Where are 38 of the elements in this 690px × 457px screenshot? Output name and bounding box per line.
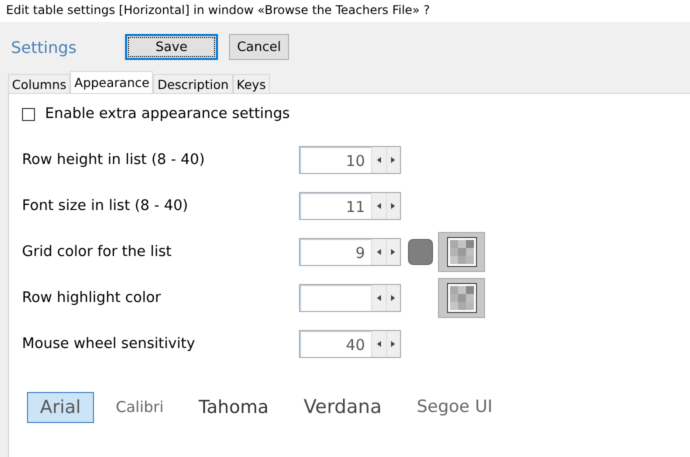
spin-field[interactable]: 9: [299, 238, 401, 266]
right-arrow-icon[interactable]: [391, 295, 396, 301]
window-title: Edit table settings [Horizontal] in window «Browse the Teachers File» ?: [0, 0, 690, 22]
checkbox[interactable]: [22, 108, 35, 120]
color-swatch[interactable]: [408, 239, 433, 265]
setting-label: Font size in list (8 - 40): [22, 198, 190, 214]
left-arrow-icon[interactable]: [376, 157, 381, 163]
tab[interactable]: Keys: [232, 74, 270, 93]
settings-heading: Settings: [11, 38, 78, 56]
left-arrow-icon[interactable]: [376, 203, 381, 209]
font-option[interactable]: Verdana: [290, 391, 395, 423]
pattern-button[interactable]: [438, 232, 485, 272]
left-arrow-icon[interactable]: [376, 249, 381, 255]
font-option[interactable]: Calibri: [102, 393, 177, 421]
setting-label: Row height in list (8 - 40): [22, 152, 206, 168]
setting-label: Row highlight color: [22, 290, 162, 306]
right-arrow-icon[interactable]: [391, 249, 396, 255]
font-option[interactable]: Segoe UI: [404, 392, 506, 422]
spin-field[interactable]: 40: [299, 330, 401, 358]
spin-field[interactable]: 10: [299, 146, 401, 174]
font-option[interactable]: Tahoma: [186, 392, 282, 422]
right-arrow-icon[interactable]: [391, 157, 396, 163]
checkbox-label: Enable extra appearance settings: [45, 106, 290, 122]
spin-field[interactable]: [299, 284, 401, 312]
pattern-button[interactable]: [438, 278, 485, 318]
left-arrow-icon[interactable]: [376, 341, 381, 347]
left-arrow-icon[interactable]: [376, 295, 381, 301]
right-arrow-icon[interactable]: [391, 341, 396, 347]
setting-label: Grid color for the list: [22, 244, 173, 260]
tab[interactable]: Description: [153, 74, 233, 93]
setting-label: Mouse wheel sensitivity: [22, 336, 196, 352]
right-arrow-icon[interactable]: [391, 203, 396, 209]
tab[interactable]: Appearance: [70, 71, 154, 93]
cancel-button[interactable]: Cancel: [229, 34, 289, 60]
spin-field[interactable]: 11: [299, 192, 401, 220]
font-option[interactable]: Arial: [27, 392, 94, 422]
tab[interactable]: Columns: [8, 74, 70, 93]
save-button[interactable]: Save: [125, 34, 218, 60]
